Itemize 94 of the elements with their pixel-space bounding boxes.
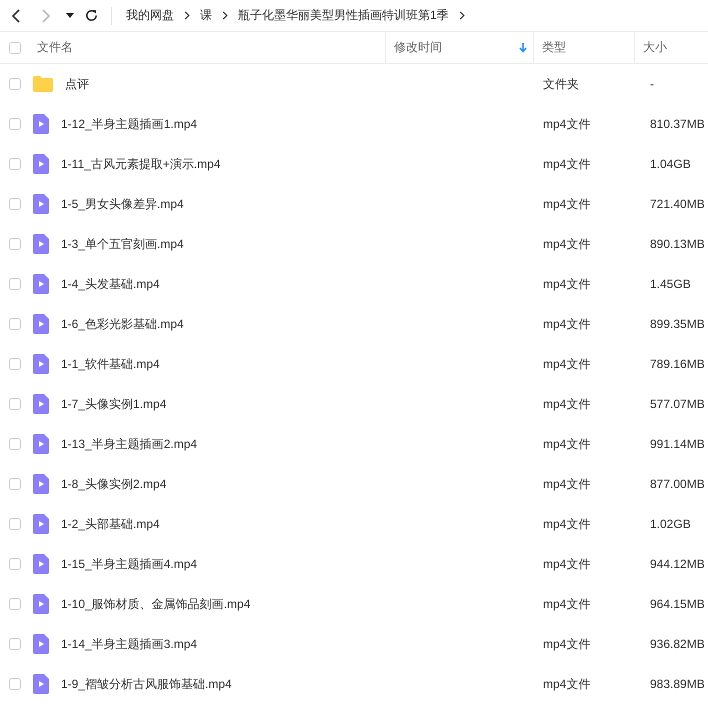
column-header[interactable]: 大小 bbox=[634, 32, 708, 63]
file-name[interactable]: 1-14_半身主题插画3.mp4 bbox=[61, 636, 198, 652]
checkbox[interactable] bbox=[9, 398, 21, 410]
column-header[interactable]: 修改时间 bbox=[385, 32, 533, 63]
file-name[interactable]: 点评 bbox=[65, 76, 89, 92]
chevron-icon bbox=[222, 11, 228, 20]
breadcrumb-item[interactable]: 课 bbox=[200, 7, 212, 24]
video-file-icon bbox=[33, 314, 49, 334]
file-name[interactable]: 1-15_半身主题插画4.mp4 bbox=[61, 556, 198, 572]
file-size: 991.14MB bbox=[650, 437, 705, 451]
file-size: 1.02GB bbox=[650, 517, 691, 531]
video-file-icon bbox=[33, 274, 49, 294]
file-size: 899.35MB bbox=[650, 317, 705, 331]
checkbox[interactable] bbox=[9, 598, 21, 610]
checkbox[interactable] bbox=[9, 678, 21, 690]
checkbox[interactable] bbox=[9, 198, 21, 210]
refresh-icon[interactable] bbox=[84, 8, 99, 23]
file-type: mp4文件 bbox=[543, 476, 590, 490]
video-file-icon bbox=[33, 674, 49, 694]
file-size: - bbox=[650, 77, 654, 91]
file-name[interactable]: 1-4_头发基础.mp4 bbox=[61, 276, 160, 292]
checkbox[interactable] bbox=[9, 638, 21, 650]
file-type: mp4文件 bbox=[543, 316, 590, 330]
file-size: 810.37MB bbox=[650, 117, 705, 131]
chevron-icon bbox=[184, 11, 190, 20]
file-size: 877.00MB bbox=[650, 477, 705, 491]
folder-icon bbox=[33, 76, 53, 92]
file-size: 983.89MB bbox=[650, 677, 705, 691]
chevron-icon bbox=[458, 11, 465, 20]
file-type: mp4文件 bbox=[543, 156, 590, 170]
file-name[interactable]: 1-8_头像实例2.mp4 bbox=[61, 476, 166, 492]
file-size: 789.16MB bbox=[650, 357, 705, 371]
video-file-icon bbox=[33, 234, 49, 254]
file-name[interactable]: 1-5_男女头像差异.mp4 bbox=[61, 196, 184, 212]
file-name[interactable]: 1-9_褶皱分析古风服饰基础.mp4 bbox=[61, 676, 232, 692]
file-name[interactable]: 1-2_头部基础.mp4 bbox=[61, 516, 160, 532]
caret-icon[interactable] bbox=[66, 13, 74, 18]
checkbox[interactable] bbox=[9, 158, 21, 170]
video-file-icon bbox=[33, 634, 49, 654]
file-name[interactable]: 1-11_古风元素提取+演示.mp4 bbox=[61, 156, 220, 172]
checkbox[interactable] bbox=[9, 518, 21, 530]
back-icon[interactable] bbox=[10, 8, 22, 24]
file-size: 936.82MB bbox=[650, 637, 705, 651]
file-name[interactable]: 1-3_单个五官刻画.mp4 bbox=[61, 236, 184, 252]
video-file-icon bbox=[33, 514, 49, 534]
file-name[interactable]: 1-6_色彩光影基础.mp4 bbox=[61, 316, 184, 332]
file-name[interactable]: 1-10_服饰材质、金属饰品刻画.mp4 bbox=[61, 596, 250, 612]
file-type: mp4文件 bbox=[543, 516, 590, 530]
file-name[interactable]: 1-7_头像实例1.mp4 bbox=[61, 396, 166, 412]
file-type: mp4文件 bbox=[543, 196, 590, 210]
checkbox[interactable] bbox=[9, 358, 21, 370]
checkbox[interactable] bbox=[9, 238, 21, 250]
breadcrumb-item[interactable]: 瓶子化墨华丽美型男性插画特训班第1季 bbox=[238, 7, 449, 24]
column-header[interactable]: 文件名 bbox=[30, 32, 385, 63]
file-type: mp4文件 bbox=[543, 556, 590, 570]
checkbox[interactable] bbox=[9, 78, 21, 90]
file-size: 721.40MB bbox=[650, 197, 705, 211]
checkbox[interactable] bbox=[9, 438, 21, 450]
video-file-icon bbox=[33, 474, 49, 494]
file-name[interactable]: 1-13_半身主题插画2.mp4 bbox=[61, 436, 198, 452]
file-type: mp4文件 bbox=[543, 116, 590, 130]
video-file-icon bbox=[33, 114, 49, 134]
file-type: mp4文件 bbox=[543, 356, 590, 370]
file-size: 944.12MB bbox=[650, 557, 705, 571]
video-file-icon bbox=[33, 154, 49, 174]
video-file-icon bbox=[33, 554, 49, 574]
file-size: 1.45GB bbox=[650, 277, 691, 291]
video-file-icon bbox=[33, 194, 49, 214]
file-type: mp4文件 bbox=[543, 676, 590, 690]
file-size: 890.13MB bbox=[650, 237, 705, 251]
video-file-icon bbox=[33, 354, 49, 374]
file-name[interactable]: 1-1_软件基础.mp4 bbox=[61, 356, 160, 372]
video-file-icon bbox=[33, 594, 49, 614]
checkbox[interactable] bbox=[9, 558, 21, 570]
file-type: mp4文件 bbox=[543, 276, 590, 290]
file-type: mp4文件 bbox=[543, 236, 590, 250]
checkbox[interactable] bbox=[9, 318, 21, 330]
video-file-icon bbox=[33, 434, 49, 454]
file-size: 577.07MB bbox=[650, 397, 705, 411]
video-file-icon bbox=[33, 394, 49, 414]
checkbox[interactable] bbox=[9, 118, 21, 130]
file-type: mp4文件 bbox=[543, 436, 590, 450]
checkbox[interactable] bbox=[9, 278, 21, 290]
file-name[interactable]: 1-12_半身主题插画1.mp4 bbox=[61, 116, 198, 132]
file-size: 1.04GB bbox=[650, 157, 691, 171]
column-header[interactable]: 类型 bbox=[533, 32, 634, 63]
file-type: mp4文件 bbox=[543, 636, 590, 650]
file-type: 文件夹 bbox=[543, 76, 579, 90]
checkbox[interactable] bbox=[9, 478, 21, 490]
file-type: mp4文件 bbox=[543, 596, 590, 610]
breadcrumb-item[interactable]: 我的网盘 bbox=[126, 7, 174, 24]
file-size: 964.15MB bbox=[650, 597, 705, 611]
file-type: mp4文件 bbox=[543, 396, 590, 410]
checkbox[interactable] bbox=[9, 42, 21, 54]
